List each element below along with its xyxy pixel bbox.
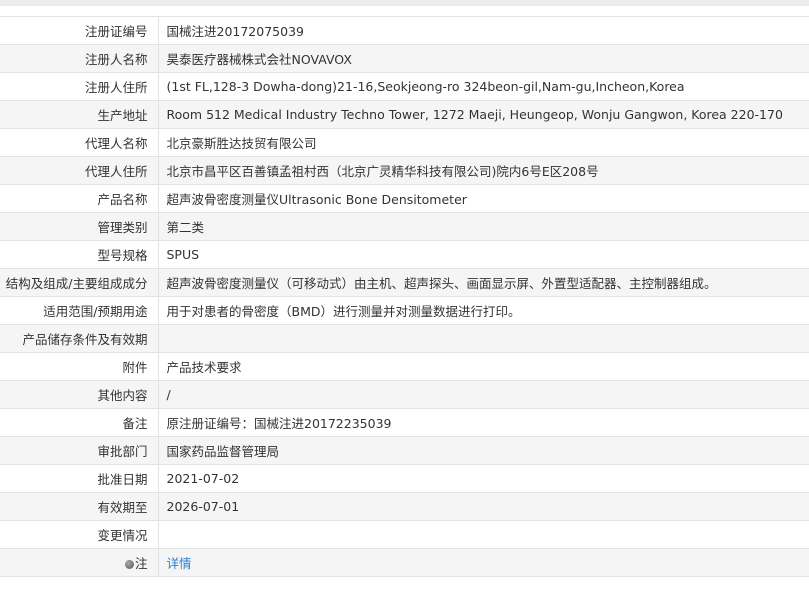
table-row: 适用范围/预期用途 用于对患者的骨密度（BMD）进行测量并对测量数据进行打印。 — [0, 296, 809, 325]
row-value: 国家药品监督管理局 — [158, 436, 809, 465]
row-value: / — [158, 380, 809, 409]
table-row: 产品储存条件及有效期 — [0, 324, 809, 353]
note-value-cell: 详情 — [158, 548, 809, 577]
row-value: 超声波骨密度测量仪（可移动式）由主机、超声探头、画面显示屏、外置型适配器、主控制… — [158, 268, 809, 297]
table-row: 审批部门 国家药品监督管理局 — [0, 436, 809, 465]
table-row: 代理人住所 北京市昌平区百善镇孟祖村西（北京广灵精华科技有限公司)院内6号E区2… — [0, 156, 809, 185]
row-label: 注册证编号 — [0, 16, 159, 45]
row-value — [158, 324, 809, 353]
row-label: 注册人名称 — [0, 44, 159, 73]
table-row: 注册人住所 (1st FL,128-3 Dowha-dong)21-16,Seo… — [0, 72, 809, 101]
note-label: 注 — [134, 556, 148, 571]
row-label: 批准日期 — [0, 464, 159, 493]
top-strip — [0, 0, 809, 6]
row-value: 产品技术要求 — [158, 352, 809, 381]
table-row: 结构及组成/主要组成成分 超声波骨密度测量仪（可移动式）由主机、超声探头、画面显… — [0, 268, 809, 297]
row-label: 产品储存条件及有效期 — [0, 324, 159, 353]
row-label: 生产地址 — [0, 100, 159, 129]
row-label: 型号规格 — [0, 240, 159, 269]
row-value: 第二类 — [158, 212, 809, 241]
row-value: 原注册证编号：国械注进20172235039 — [158, 408, 809, 437]
row-label: 适用范围/预期用途 — [0, 296, 159, 325]
row-label: 其他内容 — [0, 380, 159, 409]
row-label: 审批部门 — [0, 436, 159, 465]
row-value: SPUS — [158, 240, 809, 269]
row-value: 2021-07-02 — [158, 464, 809, 493]
row-label: 备注 — [0, 408, 159, 437]
registration-detail: 注册证编号 国械注进20172075039 注册人名称 昊泰医疗器械株式会社NO… — [0, 16, 809, 577]
row-value: (1st FL,128-3 Dowha-dong)21-16,Seokjeong… — [158, 72, 809, 101]
row-value: 昊泰医疗器械株式会社NOVAVOX — [158, 44, 809, 73]
table-row: 产品名称 超声波骨密度测量仪Ultrasonic Bone Densitomet… — [0, 184, 809, 213]
row-value — [158, 520, 809, 549]
row-value: 用于对患者的骨密度（BMD）进行测量并对测量数据进行打印。 — [158, 296, 809, 325]
row-value: 北京市昌平区百善镇孟祖村西（北京广灵精华科技有限公司)院内6号E区208号 — [158, 156, 809, 185]
row-label: 结构及组成/主要组成成分 — [0, 268, 159, 297]
table-row: 其他内容 / — [0, 380, 809, 409]
note-label-cell: 注 — [0, 548, 159, 577]
row-value: 超声波骨密度测量仪Ultrasonic Bone Densitometer — [158, 184, 809, 213]
table-row: 注册证编号 国械注进20172075039 — [0, 16, 809, 45]
row-label: 代理人住所 — [0, 156, 159, 185]
row-value: Room 512 Medical Industry Techno Tower, … — [158, 100, 809, 129]
row-label: 变更情况 — [0, 520, 159, 549]
detail-table: 注册证编号 国械注进20172075039 注册人名称 昊泰医疗器械株式会社NO… — [0, 16, 809, 577]
table-row: 变更情况 — [0, 520, 809, 549]
row-label: 管理类别 — [0, 212, 159, 241]
bulb-icon — [124, 560, 134, 569]
details-link[interactable]: 详情 — [167, 556, 192, 571]
table-row: 批准日期 2021-07-02 — [0, 464, 809, 493]
row-value: 2026-07-01 — [158, 492, 809, 521]
table-row: 型号规格 SPUS — [0, 240, 809, 269]
table-row: 有效期至 2026-07-01 — [0, 492, 809, 521]
table-row: 注册人名称 昊泰医疗器械株式会社NOVAVOX — [0, 44, 809, 73]
row-label: 有效期至 — [0, 492, 159, 521]
table-row: 管理类别 第二类 — [0, 212, 809, 241]
note-row: 注 详情 — [0, 548, 809, 577]
row-value: 国械注进20172075039 — [158, 16, 809, 45]
table-row: 生产地址 Room 512 Medical Industry Techno To… — [0, 100, 809, 129]
row-label: 注册人住所 — [0, 72, 159, 101]
row-label: 产品名称 — [0, 184, 159, 213]
row-label: 代理人名称 — [0, 128, 159, 157]
table-row: 附件 产品技术要求 — [0, 352, 809, 381]
row-value: 北京豪斯胜达技贸有限公司 — [158, 128, 809, 157]
table-row: 备注 原注册证编号：国械注进20172235039 — [0, 408, 809, 437]
table-row: 代理人名称 北京豪斯胜达技贸有限公司 — [0, 128, 809, 157]
row-label: 附件 — [0, 352, 159, 381]
